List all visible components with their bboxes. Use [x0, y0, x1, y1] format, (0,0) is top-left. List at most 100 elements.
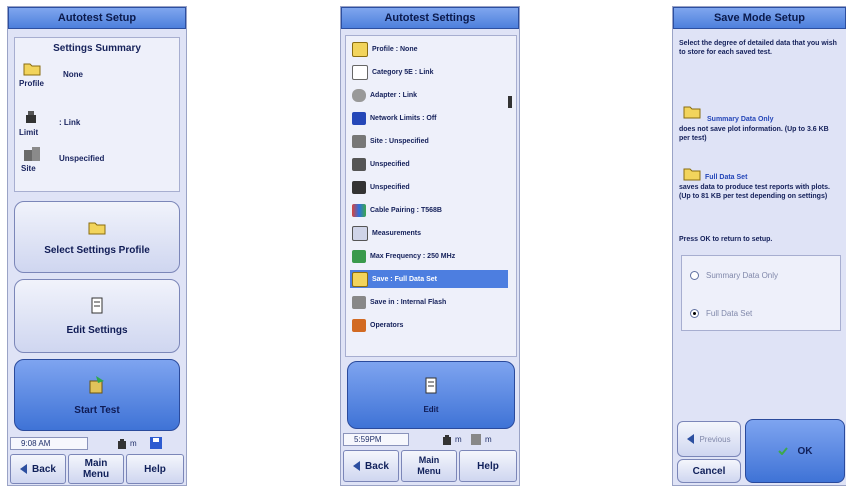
list-item-selected[interactable]: Save : Full Data Set [350, 270, 508, 288]
folder-icon [683, 168, 701, 181]
list-item[interactable]: Profile : None [350, 40, 508, 58]
main-menu-label: Main Menu [417, 455, 441, 476]
panel-title: Autotest Settings [341, 7, 519, 29]
help-label: Help [144, 463, 166, 475]
profile-caption: Profile [19, 79, 44, 88]
previous-label: Previous [699, 434, 731, 444]
status-time: 9:08 AM [21, 439, 51, 448]
list-item[interactable]: Measurements [350, 224, 508, 242]
summary-heading: Settings Summary [53, 43, 141, 54]
save-disk-icon [150, 437, 162, 449]
intro-text: Select the degree of detailed data that … [679, 40, 837, 56]
frequency-icon [352, 249, 366, 263]
start-test-button[interactable]: Start Test [14, 359, 180, 431]
press-ok-text: Press OK to return to setup. [679, 236, 773, 243]
list-item[interactable]: Max Frequency : 250 MHz [350, 247, 508, 265]
site-icon [352, 134, 366, 148]
settings-summary-box: Settings Summary Profile None Limit : Li… [14, 37, 180, 192]
list-item[interactable]: Save in : Internal Flash [350, 293, 508, 311]
edit-settings-label: Edit Settings [66, 324, 128, 336]
back-label: Back [32, 463, 56, 475]
limit-icon [26, 111, 36, 123]
edit-document-icon [91, 297, 103, 313]
cable-icon [352, 157, 366, 171]
checkmark-icon [777, 447, 788, 455]
help-button[interactable]: Help [459, 450, 517, 482]
start-test-label: Start Test [74, 404, 120, 416]
panel-title: Autotest Setup [8, 7, 186, 29]
help-label: Help [477, 460, 499, 472]
radio-selected [690, 309, 699, 318]
select-settings-profile-label: Select Settings Profile [44, 244, 150, 256]
status-unit: m [130, 439, 137, 448]
profile-value: None [63, 70, 83, 79]
save-mode-options-box: Summary Data Only Full Data Set [681, 255, 841, 331]
full-data-set-radio[interactable]: Full Data Set [690, 308, 830, 320]
status-time: 5:59PM [354, 435, 382, 444]
settings-list: Profile : None Category 5E : Link Adapte… [345, 35, 517, 357]
status-bar: 9:08 AM m [10, 437, 184, 451]
cancel-label: Cancel [692, 465, 726, 477]
list-item[interactable]: Unspecified [350, 155, 508, 173]
list-item[interactable]: Site : Unspecified [350, 132, 508, 150]
edit-settings-button[interactable]: Edit Settings [14, 279, 180, 353]
document-icon [352, 64, 368, 80]
battery-icon [118, 439, 126, 449]
edit-button[interactable]: Edit [347, 361, 515, 429]
main-menu-label: Main Menu [82, 458, 110, 480]
list-item[interactable]: Operators [350, 316, 508, 334]
full-data-set-label: Full Data Set [706, 309, 753, 318]
back-label: Back [365, 460, 389, 472]
cancel-button[interactable]: Cancel [677, 459, 741, 483]
folder-icon [352, 41, 368, 57]
limit-value: : Link [59, 118, 81, 127]
adapter-icon [352, 88, 366, 102]
clock-display: 9:08 AM [10, 437, 88, 450]
scrollbar-thumb[interactable] [508, 96, 512, 108]
help-button[interactable]: Help [126, 454, 184, 484]
list-item[interactable]: Unspecified [350, 178, 508, 196]
site-caption: Site [21, 164, 36, 173]
panel-title: Save Mode Setup [673, 7, 846, 29]
operators-icon [352, 318, 366, 332]
list-item[interactable]: Category 5E : Link [350, 63, 508, 81]
list-item[interactable]: Network Limits : Off [350, 109, 508, 127]
back-button[interactable]: Back [343, 450, 399, 482]
back-button[interactable]: Back [10, 454, 66, 484]
list-item[interactable]: Cable Pairing : T568B [350, 201, 508, 219]
edit-document-icon [425, 377, 437, 393]
limit-caption: Limit [19, 128, 39, 137]
main-menu-button[interactable]: Main Menu [401, 450, 457, 482]
site-icon [24, 147, 40, 161]
full-option-desc: saves data to produce test reports with … [679, 184, 830, 200]
back-arrow-icon [20, 464, 28, 474]
summary-option-desc: does not save plot information. (Up to 3… [679, 126, 829, 142]
memory-indicator-icon [471, 434, 481, 445]
status-unit-2: m [485, 435, 492, 444]
flash-memory-icon [352, 295, 366, 309]
summary-data-only-label: Summary Data Only [706, 271, 779, 280]
list-item[interactable]: Adapter : Link [350, 86, 508, 104]
select-settings-profile-button[interactable]: Select Settings Profile [14, 201, 180, 273]
folder-icon [352, 271, 368, 287]
summary-data-only-radio[interactable]: Summary Data Only [690, 270, 830, 282]
ok-label: OK [797, 445, 813, 457]
autotest-setup-panel: Autotest Setup Settings Summary Profile … [7, 6, 187, 486]
site-value: Unspecified [59, 154, 105, 163]
autotest-settings-panel: Autotest Settings Profile : None Categor… [340, 6, 520, 486]
start-test-icon [89, 375, 104, 393]
ok-button[interactable]: OK [745, 419, 845, 483]
save-mode-setup-panel: Save Mode Setup Select the degree of det… [672, 6, 846, 486]
clock-display: 5:59PM [343, 433, 409, 446]
folder-icon [683, 106, 701, 119]
device-icon [352, 180, 366, 194]
network-icon [352, 111, 366, 125]
folder-icon [23, 63, 41, 76]
previous-button[interactable]: Previous [677, 421, 741, 457]
measurements-icon [352, 225, 368, 241]
edit-label: Edit [423, 404, 439, 414]
status-unit: m [455, 435, 462, 444]
summary-option-title: Summary Data Only [707, 116, 774, 123]
back-arrow-icon [687, 434, 695, 444]
main-menu-button[interactable]: Main Menu [68, 454, 124, 484]
